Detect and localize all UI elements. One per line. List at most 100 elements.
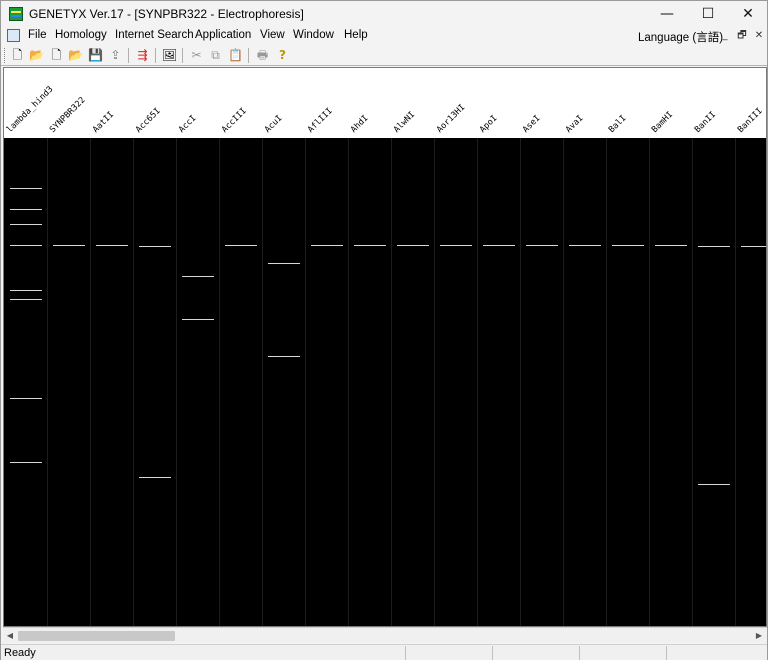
close-button[interactable]: ✕: [728, 1, 768, 27]
lane-separator: [133, 138, 134, 626]
band: [225, 245, 257, 246]
lane-separator: [434, 138, 435, 626]
band: [10, 462, 42, 463]
toolbar-grip[interactable]: [4, 48, 6, 63]
band: [311, 245, 343, 246]
menu-window[interactable]: Window: [293, 29, 334, 41]
cut-icon[interactable]: ✂: [188, 47, 205, 64]
new-file-icon[interactable]: 🗋: [48, 47, 65, 64]
lane-label-bali: BalI: [606, 113, 629, 135]
lane-separator: [477, 138, 478, 626]
lane-label-synpbr322: SYNPBR322: [47, 95, 88, 135]
band: [655, 245, 687, 246]
band: [10, 209, 42, 210]
band: [139, 246, 171, 247]
band: [612, 245, 644, 246]
lane-separator: [649, 138, 650, 626]
open-file-icon[interactable]: 📂: [67, 47, 84, 64]
toolbar-separator: [248, 48, 249, 63]
toolbar-separator: [155, 48, 156, 63]
band: [10, 188, 42, 189]
menu-help[interactable]: Help: [344, 29, 368, 41]
lane-label-afliii: AflIII: [305, 106, 335, 135]
status-pane: [492, 646, 579, 660]
open-folder-icon[interactable]: 📂: [28, 47, 45, 64]
lane-label-aor13hi: Aor13HI: [434, 102, 468, 135]
mdi-restore-button[interactable]: 🗗: [734, 28, 750, 43]
band: [698, 246, 730, 247]
menu-application[interactable]: Application: [195, 29, 251, 41]
lane-separator: [262, 138, 263, 626]
band: [698, 484, 730, 485]
lane-separator: [47, 138, 48, 626]
lane-label-avai: AvaI: [563, 113, 586, 135]
print-icon[interactable]: 🖶: [254, 47, 271, 64]
lane-label-asei: AseI: [520, 113, 543, 135]
menu-bar: File Homology Internet Search Applicatio…: [1, 27, 767, 45]
lane-label-aatii: AatII: [90, 109, 117, 135]
new-document-icon[interactable]: 🗋: [9, 47, 26, 64]
paste-icon[interactable]: 📋: [227, 47, 244, 64]
band: [354, 245, 386, 246]
status-pane: [405, 646, 492, 660]
horizontal-scrollbar[interactable]: ◀ ▶: [3, 627, 767, 643]
lane-label-bamhi: BamHI: [649, 109, 676, 135]
help-icon[interactable]: ?: [274, 47, 291, 64]
band: [182, 319, 214, 320]
status-pane: [579, 646, 666, 660]
scroll-left-arrow-icon[interactable]: ◀: [3, 628, 17, 644]
menu-view[interactable]: View: [260, 29, 285, 41]
menu-internet-search[interactable]: Internet Search: [115, 29, 194, 41]
export-icon[interactable]: ⇪: [107, 47, 124, 64]
status-text: Ready: [4, 647, 36, 659]
maximize-button[interactable]: ☐: [688, 1, 728, 27]
minimize-button[interactable]: —: [647, 1, 687, 27]
toolbar-separator: [128, 48, 129, 63]
lane-label-banii: BanII: [692, 109, 719, 135]
lane-separator: [692, 138, 693, 626]
scrollbar-thumb[interactable]: [18, 631, 175, 641]
electrophoresis-view[interactable]: lambda_hind3 SYNPBR322 AatII Acc65I AccI…: [3, 67, 767, 627]
lane-separator: [90, 138, 91, 626]
gel-area: [4, 138, 766, 626]
mdi-close-button[interactable]: ✕: [751, 28, 767, 43]
band: [182, 276, 214, 277]
document-window-icon[interactable]: [7, 29, 20, 42]
band: [440, 245, 472, 246]
status-pane: [666, 646, 766, 660]
menu-language[interactable]: Language (言語): [638, 29, 723, 45]
lane-label-acci: AccI: [176, 113, 199, 135]
lane-label-baniii: BanIII: [735, 106, 765, 135]
lane-header: lambda_hind3 SYNPBR322 AatII Acc65I AccI…: [4, 68, 766, 138]
lane-label-apoi: ApoI: [477, 113, 500, 135]
copy-icon[interactable]: ⧉: [207, 47, 224, 64]
application-window: GENETYX Ver.17 - [SYNPBR322 - Electropho…: [0, 0, 768, 660]
sort-lanes-icon[interactable]: ⇶: [134, 47, 151, 64]
mdi-minimize-button[interactable]: _: [717, 28, 733, 43]
lane-separator: [520, 138, 521, 626]
menu-file[interactable]: File: [28, 29, 47, 41]
band: [569, 245, 601, 246]
toolbar: 🗋 📂 🗋 📂 💾 ⇪ ⇶ 🖼 ✂ ⧉ 📋 🖶 ?: [1, 45, 767, 66]
band: [10, 299, 42, 300]
lane-separator: [735, 138, 736, 626]
lane-label-acui: AcuI: [262, 113, 285, 135]
band: [526, 245, 558, 246]
lane-label-acciii: AccIII: [219, 106, 249, 135]
band: [139, 477, 171, 478]
lane-separator: [348, 138, 349, 626]
genetyx-app-icon: [9, 7, 23, 21]
band: [10, 290, 42, 291]
save-icon[interactable]: 💾: [87, 47, 104, 64]
status-bar: Ready: [1, 644, 767, 660]
lane-label-acc65i: Acc65I: [133, 106, 163, 135]
lane-label-alwni: AlwNI: [391, 109, 418, 135]
lane-separator: [606, 138, 607, 626]
band: [268, 356, 300, 357]
menu-homology[interactable]: Homology: [55, 29, 107, 41]
image-icon[interactable]: 🖼: [161, 47, 178, 64]
band: [10, 224, 42, 225]
title-bar[interactable]: GENETYX Ver.17 - [SYNPBR322 - Electropho…: [1, 1, 767, 27]
band: [96, 245, 128, 246]
scroll-right-arrow-icon[interactable]: ▶: [752, 628, 766, 644]
